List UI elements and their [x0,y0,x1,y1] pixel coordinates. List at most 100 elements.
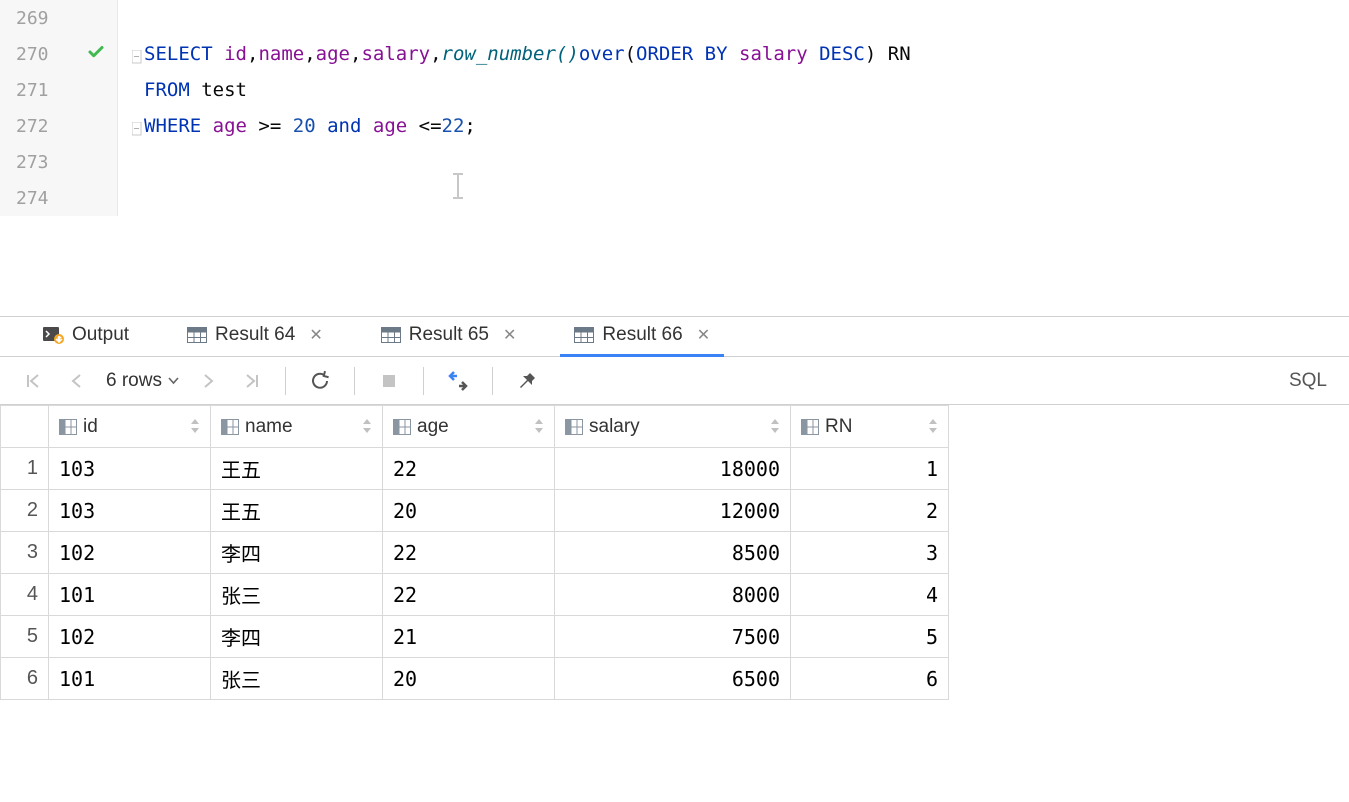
column-icon [801,419,819,435]
column: salary [361,43,430,65]
cell-name[interactable]: 王五 [211,448,383,490]
cell-salary[interactable]: 7500 [555,616,791,658]
tab-label: Result 66 [602,324,682,346]
cell-age[interactable]: 22 [383,448,555,490]
cell-name[interactable]: 李四 [211,532,383,574]
cell-rn[interactable]: 4 [791,574,949,616]
tab-output[interactable]: Output [28,317,143,357]
column: id [224,43,247,65]
row-number: 6 [1,658,49,700]
code-line[interactable]: SELECT id,name,age,salary,row_number()ov… [126,36,1349,72]
code-line[interactable] [126,180,1349,216]
cell-name[interactable]: 张三 [211,658,383,700]
cell-age[interactable]: 20 [383,658,555,700]
cell-salary[interactable]: 8500 [555,532,791,574]
sort-icon[interactable] [190,419,200,435]
sort-icon[interactable] [362,419,372,435]
fold-icon[interactable] [132,119,142,133]
gutter-line: 273 [0,144,117,180]
toolbar-separator [423,367,424,395]
close-icon[interactable]: ✕ [503,325,516,345]
pin-button[interactable] [515,369,539,393]
row-number: 4 [1,574,49,616]
code-line[interactable] [126,0,1349,36]
line-number: 273 [16,152,49,173]
cell-id[interactable]: 101 [49,574,211,616]
gutter-line: 274 [0,180,117,216]
header-label: id [83,416,98,438]
table-row[interactable]: 6101张三2065006 [1,658,949,700]
gutter-line: 270 [0,36,117,72]
last-page-button[interactable] [239,369,263,393]
code-line[interactable]: FROM test [126,72,1349,108]
cell-age[interactable]: 21 [383,616,555,658]
cell-salary[interactable]: 12000 [555,490,791,532]
tab-label: Output [72,324,129,346]
cell-rn[interactable]: 1 [791,448,949,490]
column: name [258,43,304,65]
cell-age[interactable]: 20 [383,490,555,532]
column-header-salary[interactable]: salary [555,406,791,448]
reload-button[interactable] [308,369,332,393]
sort-icon[interactable] [534,419,544,435]
stop-button[interactable] [377,369,401,393]
sort-icon[interactable] [770,419,780,435]
compare-button[interactable] [446,369,470,393]
fold-icon[interactable] [132,47,142,61]
cell-age[interactable]: 22 [383,574,555,616]
results-tabs: Output Result 64 ✕ Result 65 ✕ Result 66… [0,317,1349,357]
cell-id[interactable]: 103 [49,448,211,490]
header-label: salary [589,416,640,438]
close-icon[interactable]: ✕ [309,325,322,345]
column-header-age[interactable]: age [383,406,555,448]
table-icon [187,327,207,343]
toolbar-separator [492,367,493,395]
line-number: 274 [16,188,49,209]
cell-age[interactable]: 22 [383,532,555,574]
text-cursor [382,150,383,175]
line-gutter: 269 270 271 272 273 274 [0,0,118,216]
tab-result-65[interactable]: Result 65 ✕ [367,317,531,357]
cell-salary[interactable]: 6500 [555,658,791,700]
column-icon [59,419,77,435]
cell-rn[interactable]: 2 [791,490,949,532]
table-row[interactable]: 2103王五20120002 [1,490,949,532]
close-icon[interactable]: ✕ [697,325,710,345]
tab-result-64[interactable]: Result 64 ✕ [173,317,337,357]
tab-result-66[interactable]: Result 66 ✕ [560,317,724,357]
cell-id[interactable]: 102 [49,616,211,658]
chevron-down-icon [168,373,179,388]
code-line[interactable] [126,144,1349,180]
table-row[interactable]: 4101张三2280004 [1,574,949,616]
column-header-id[interactable]: id [49,406,211,448]
row-count-dropdown[interactable]: 6 rows [106,370,179,392]
cell-name[interactable]: 李四 [211,616,383,658]
line-number: 271 [16,80,49,101]
cell-salary[interactable]: 8000 [555,574,791,616]
cell-id[interactable]: 102 [49,532,211,574]
cell-salary[interactable]: 18000 [555,448,791,490]
column-header-name[interactable]: name [211,406,383,448]
row-count-label: 6 rows [106,370,162,392]
code-line[interactable]: WHERE age >= 20 and age <=22; [126,108,1349,144]
table-row[interactable]: 1103王五22180001 [1,448,949,490]
column-header-rn[interactable]: RN [791,406,949,448]
cell-id[interactable]: 101 [49,658,211,700]
first-page-button[interactable] [22,369,46,393]
cell-name[interactable]: 张三 [211,574,383,616]
cell-name[interactable]: 王五 [211,490,383,532]
cell-rn[interactable]: 6 [791,658,949,700]
results-grid[interactable]: id name age [0,405,949,700]
header-label: name [245,416,293,438]
tab-label: Result 64 [215,324,295,346]
cell-rn[interactable]: 5 [791,616,949,658]
prev-page-button[interactable] [64,369,88,393]
next-page-button[interactable] [197,369,221,393]
table-row[interactable]: 3102李四2285003 [1,532,949,574]
cell-rn[interactable]: 3 [791,532,949,574]
cell-id[interactable]: 103 [49,490,211,532]
code-area[interactable]: SELECT id,name,age,salary,row_number()ov… [118,0,1349,216]
sort-icon[interactable] [928,419,938,435]
table-row[interactable]: 5102李四2175005 [1,616,949,658]
sql-editor[interactable]: 269 270 271 272 273 274 SELECT id,name,a… [0,0,1349,216]
